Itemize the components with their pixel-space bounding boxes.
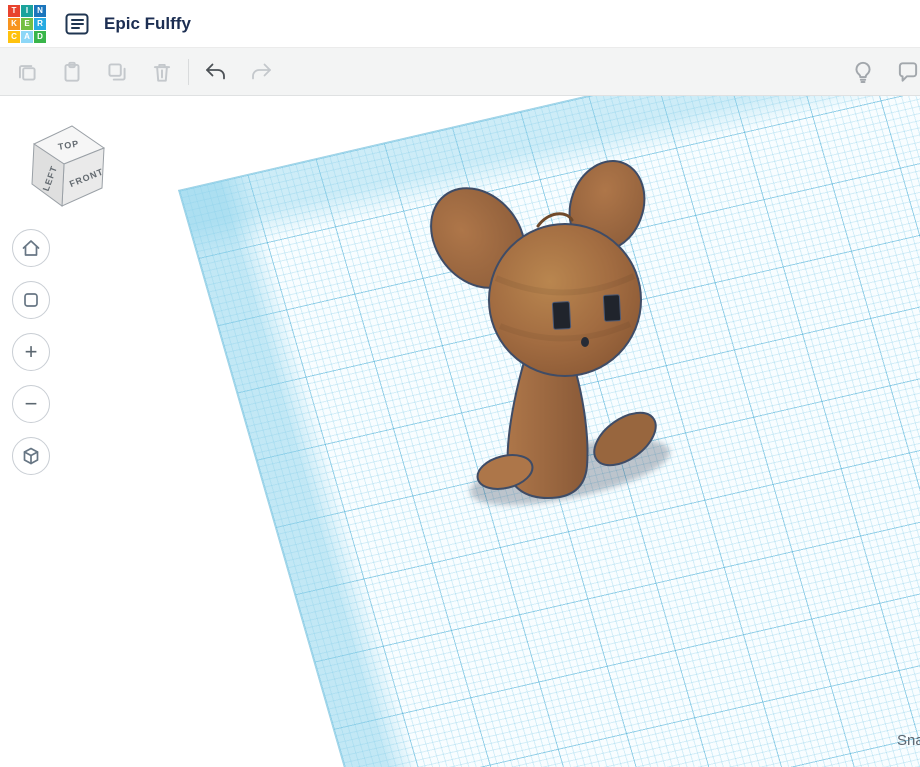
viewport[interactable]: TOP FRONT LEFT + − [0,96,920,767]
duplicate-icon [104,59,130,85]
logo-tile: E [21,18,33,30]
logo-tile: C [8,31,20,43]
view-cube[interactable]: TOP FRONT LEFT [20,114,116,214]
snap-grid-label[interactable]: Sna [897,732,920,749]
undo-icon [202,58,230,86]
zoom-in-button[interactable]: + [12,333,50,371]
home-icon [19,236,43,260]
top-bar: T I N K E R C A D Epic Fulffy [0,0,920,48]
toolbar-divider [188,59,189,85]
redo-button[interactable] [238,52,283,92]
fit-view-icon [19,288,43,312]
zoom-out-button[interactable]: − [12,385,50,423]
bunny-eye-left [552,302,570,330]
bunny-eye-right [603,295,620,322]
redo-icon [247,58,275,86]
toolbar [0,48,920,96]
logo-tile: A [21,31,33,43]
minus-icon: − [25,393,38,415]
undo-button[interactable] [193,52,238,92]
paste-icon [59,59,85,85]
lightbulb-icon [850,59,876,85]
logo-tile: D [34,31,46,43]
tinkercad-logo[interactable]: T I N K E R C A D [8,5,46,43]
logo-tile: R [34,18,46,30]
design-menu-button[interactable] [60,7,94,41]
perspective-toggle-button[interactable] [12,437,50,475]
model-bunny[interactable] [420,156,680,596]
fit-view-button[interactable] [12,281,50,319]
logo-tile: I [21,5,33,17]
delete-button[interactable] [139,52,184,92]
tips-button[interactable] [840,52,885,92]
design-title[interactable]: Epic Fulffy [104,14,191,34]
logo-tile: T [8,5,20,17]
view-controls: + − [12,229,50,475]
list-icon [63,10,91,38]
perspective-cube-icon [19,444,43,468]
duplicate-button[interactable] [94,52,139,92]
feedback-button[interactable] [885,52,920,92]
copy-button[interactable] [4,52,49,92]
logo-tile: K [8,18,20,30]
plus-icon: + [25,341,38,363]
home-view-button[interactable] [12,229,50,267]
copy-icon [14,59,40,85]
chat-bubble-icon [895,59,920,85]
trash-icon [149,59,175,85]
bunny-nose [581,337,589,347]
paste-button[interactable] [49,52,94,92]
logo-tile: N [34,5,46,17]
